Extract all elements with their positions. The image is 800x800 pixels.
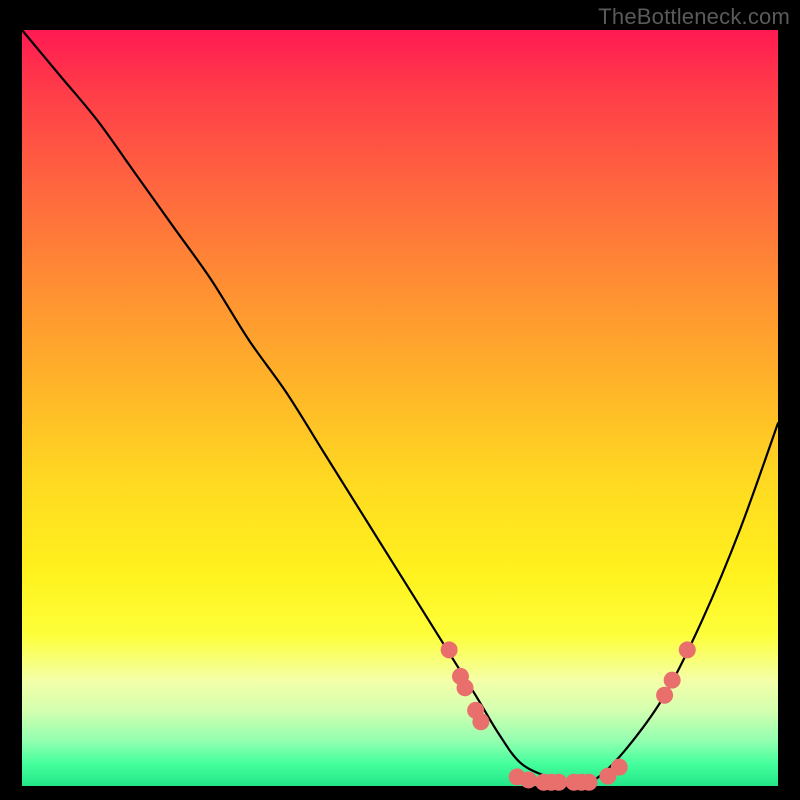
data-point [550,774,567,791]
data-point [520,771,537,788]
chart-frame: TheBottleneck.com [0,0,800,800]
plot-area [22,30,778,786]
data-point [472,713,489,730]
data-point [611,759,628,776]
curve-svg [22,30,778,786]
watermark-text: TheBottleneck.com [598,4,790,30]
data-point [664,672,681,689]
bottleneck-curve [22,30,778,786]
data-point [679,641,696,658]
data-point [457,679,474,696]
data-point [581,774,598,791]
data-points-group [441,641,696,790]
data-point [441,641,458,658]
data-point [656,687,673,704]
